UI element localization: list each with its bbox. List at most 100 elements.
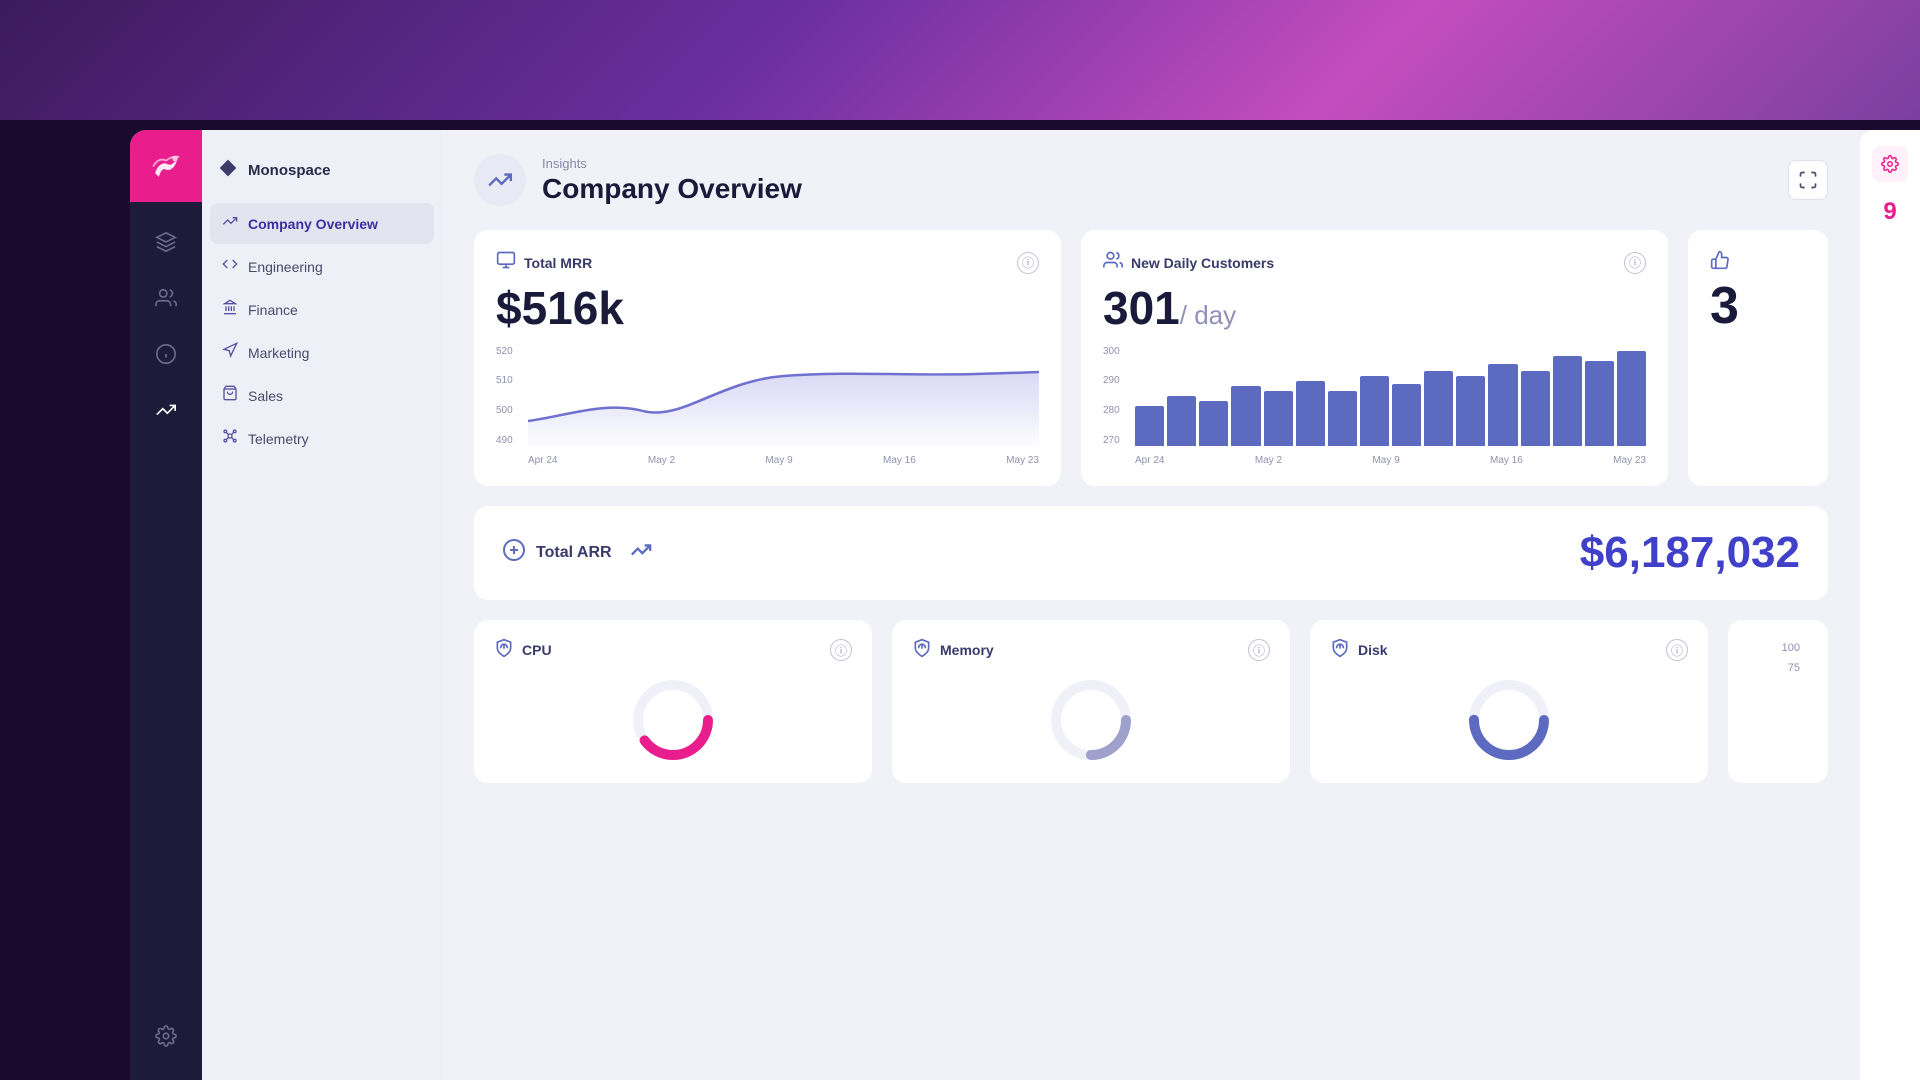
memory-icon-container	[912, 638, 932, 663]
mrr-chart-area	[528, 346, 1039, 446]
y-label: 500	[496, 405, 513, 416]
bar-item	[1488, 364, 1517, 446]
mrr-info-button[interactable]: ⓘ	[1017, 252, 1039, 274]
info-icon	[155, 343, 177, 365]
x-label: May 23	[1006, 455, 1039, 466]
new-customers-label: New Daily Customers	[1131, 255, 1274, 271]
third-card-value: 3	[1710, 278, 1806, 335]
nav-megaphone-icon	[222, 342, 238, 363]
disk-info-button[interactable]: ⓘ	[1666, 639, 1688, 661]
customers-chart-y-labels: 300 290 280 270	[1103, 346, 1120, 446]
memory-info-button[interactable]: ⓘ	[1248, 639, 1270, 661]
main-content: Insights Company Overview	[442, 130, 1860, 1080]
new-customers-header-left: New Daily Customers	[1103, 250, 1274, 275]
cpu-gauge-icon	[494, 638, 514, 658]
x-label: May 2	[1255, 455, 1282, 466]
page-title: Company Overview	[542, 173, 802, 205]
nodes-icon	[222, 428, 238, 444]
customers-chart-x-labels: Apr 24 May 2 May 9 May 16 May 23	[1135, 455, 1646, 466]
memory-metric-card: Memory ⓘ	[892, 620, 1290, 783]
y-label: 520	[496, 346, 513, 357]
x-label: May 2	[648, 455, 675, 466]
nav-code-icon	[222, 256, 238, 277]
new-customers-chart: 300 290 280 270	[1103, 346, 1646, 466]
y-label: 290	[1103, 375, 1120, 386]
sidebar-icon-insights[interactable]	[142, 386, 190, 434]
bar-item	[1328, 391, 1357, 446]
bar-item	[1296, 381, 1325, 446]
arr-value: $6,187,032	[1580, 528, 1800, 578]
workspace-name: Monospace	[248, 162, 331, 179]
memory-header-left: Memory	[912, 638, 994, 663]
page-header: Insights Company Overview	[474, 154, 1828, 206]
disk-header-left: Disk	[1330, 638, 1388, 663]
x-label: May 16	[1490, 455, 1523, 466]
workspace-icon	[218, 158, 238, 183]
sidebar-icon-cube[interactable]	[142, 218, 190, 266]
x-label: Apr 24	[1135, 455, 1164, 466]
sidebar-icon-settings[interactable]	[142, 1012, 190, 1060]
cpu-header: CPU ⓘ	[494, 638, 852, 663]
bank-icon	[222, 299, 238, 315]
cpu-donut-chart	[628, 675, 718, 765]
nav-item-telemetry[interactable]: Telemetry	[210, 418, 434, 459]
right-panel-value: 9	[1883, 198, 1896, 226]
y-label: 280	[1103, 405, 1120, 416]
x-label: May 23	[1613, 455, 1646, 466]
logo-icon	[148, 148, 184, 184]
fourth-metric-y-labels: 100 75	[1748, 638, 1808, 678]
metrics-cards-row: Total MRR ⓘ $516k 520 510 500 490	[474, 230, 1828, 486]
mrr-card-header: Total MRR ⓘ	[496, 250, 1039, 275]
sidebar-icon-settings-container	[142, 1012, 190, 1080]
arr-trend-icon	[630, 539, 652, 567]
nav-item-sales[interactable]: Sales	[210, 375, 434, 416]
cpu-metric-card: CPU ⓘ	[474, 620, 872, 783]
disk-header: Disk ⓘ	[1330, 638, 1688, 663]
disk-gauge-icon	[1330, 638, 1350, 658]
thumbsup-icon	[1710, 250, 1730, 270]
nav-nodes-icon	[222, 428, 238, 449]
arr-icon	[502, 538, 526, 568]
new-customers-info-button[interactable]: ⓘ	[1624, 252, 1646, 274]
nav-item-label: Company Overview	[248, 216, 378, 232]
third-card-header	[1710, 250, 1806, 270]
sidebar-icon-info[interactable]	[142, 330, 190, 378]
third-metric-card: 3	[1688, 230, 1828, 486]
app-logo[interactable]	[130, 130, 202, 202]
customers-unit: / day	[1180, 300, 1236, 330]
fourth-metric-card: 100 75	[1728, 620, 1828, 783]
nav-item-label: Finance	[248, 302, 298, 318]
right-panel: 9	[1860, 130, 1920, 1080]
customers-bar-area	[1135, 346, 1646, 446]
customers-number: 301	[1103, 282, 1180, 334]
nav-item-company-overview[interactable]: Company Overview	[210, 203, 434, 244]
expand-button[interactable]	[1788, 160, 1828, 200]
bar-item	[1392, 384, 1421, 446]
mrr-icon	[496, 250, 516, 275]
nav-item-engineering[interactable]: Engineering	[210, 246, 434, 287]
icon-sidebar	[130, 130, 202, 1080]
x-label: May 16	[883, 455, 916, 466]
mrr-value: $516k	[496, 283, 1039, 334]
cpu-icon-container	[494, 638, 514, 663]
nav-bank-icon	[222, 299, 238, 320]
nav-items-list: Company Overview Engineering Finance	[202, 203, 442, 459]
new-customers-header: New Daily Customers ⓘ	[1103, 250, 1646, 275]
trending-up-icon	[630, 539, 652, 561]
cpu-info-button[interactable]: ⓘ	[830, 639, 852, 661]
mrr-label: Total MRR	[524, 255, 592, 271]
disk-label: Disk	[1358, 642, 1388, 658]
bar-item	[1360, 376, 1389, 446]
bar-item	[1617, 351, 1646, 446]
gear-icon	[1881, 155, 1899, 173]
right-panel-settings-icon[interactable]	[1872, 146, 1908, 182]
trending-icon	[222, 213, 238, 229]
code-icon	[222, 256, 238, 272]
nav-item-marketing[interactable]: Marketing	[210, 332, 434, 373]
nav-item-label: Telemetry	[248, 431, 309, 447]
page-header-icon-container	[474, 154, 526, 206]
sidebar-icon-users[interactable]	[142, 274, 190, 322]
page-header-insights-icon	[487, 167, 513, 193]
nav-item-finance[interactable]: Finance	[210, 289, 434, 330]
dollar-circle-icon	[502, 538, 526, 562]
